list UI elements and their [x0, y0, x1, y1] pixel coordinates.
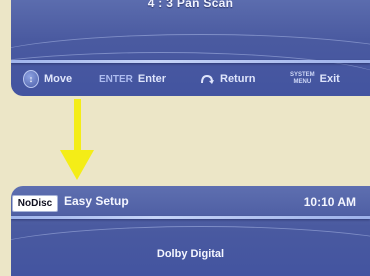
return-icon	[201, 74, 214, 84]
return-hint: Return	[199, 73, 255, 85]
top-screen: 4 : 3 Pan Scan ↕ Move ENTER Enter Return…	[11, 0, 370, 96]
system-key-line1: SYSTEM	[290, 72, 315, 78]
disc-status-badge: NoDisc	[12, 195, 58, 212]
exit-label: Exit	[319, 73, 340, 85]
enter-hint: ENTER Enter	[99, 73, 166, 85]
footer-separator	[11, 60, 370, 63]
screen-title: Easy Setup	[64, 194, 129, 208]
setup-option[interactable]: Dolby Digital	[11, 248, 370, 260]
system-key-line2: MENU	[293, 79, 312, 85]
move-label: Move	[44, 73, 73, 85]
move-hint: ↕ Move	[23, 70, 72, 88]
move-icon: ↕	[23, 70, 39, 88]
bottom-screen: NoDisc Easy Setup 10:10 AM Dolby Digital	[11, 186, 370, 276]
arrow-down-head	[60, 150, 94, 180]
return-label: Return	[220, 73, 256, 85]
current-option[interactable]: 4 : 3 Pan Scan	[11, 0, 370, 10]
enter-label: Enter	[137, 73, 167, 85]
arrow-down-icon	[74, 99, 81, 151]
exit-hint: SYSTEM MENU Exit	[290, 72, 340, 86]
system-menu-key: SYSTEM MENU	[290, 72, 315, 86]
control-footer: ↕ Move ENTER Enter Return SYSTEM MENU Ex…	[11, 64, 370, 94]
header-separator	[11, 216, 370, 219]
clock: 10:10 AM	[303, 195, 356, 209]
enter-key: ENTER	[99, 73, 133, 85]
